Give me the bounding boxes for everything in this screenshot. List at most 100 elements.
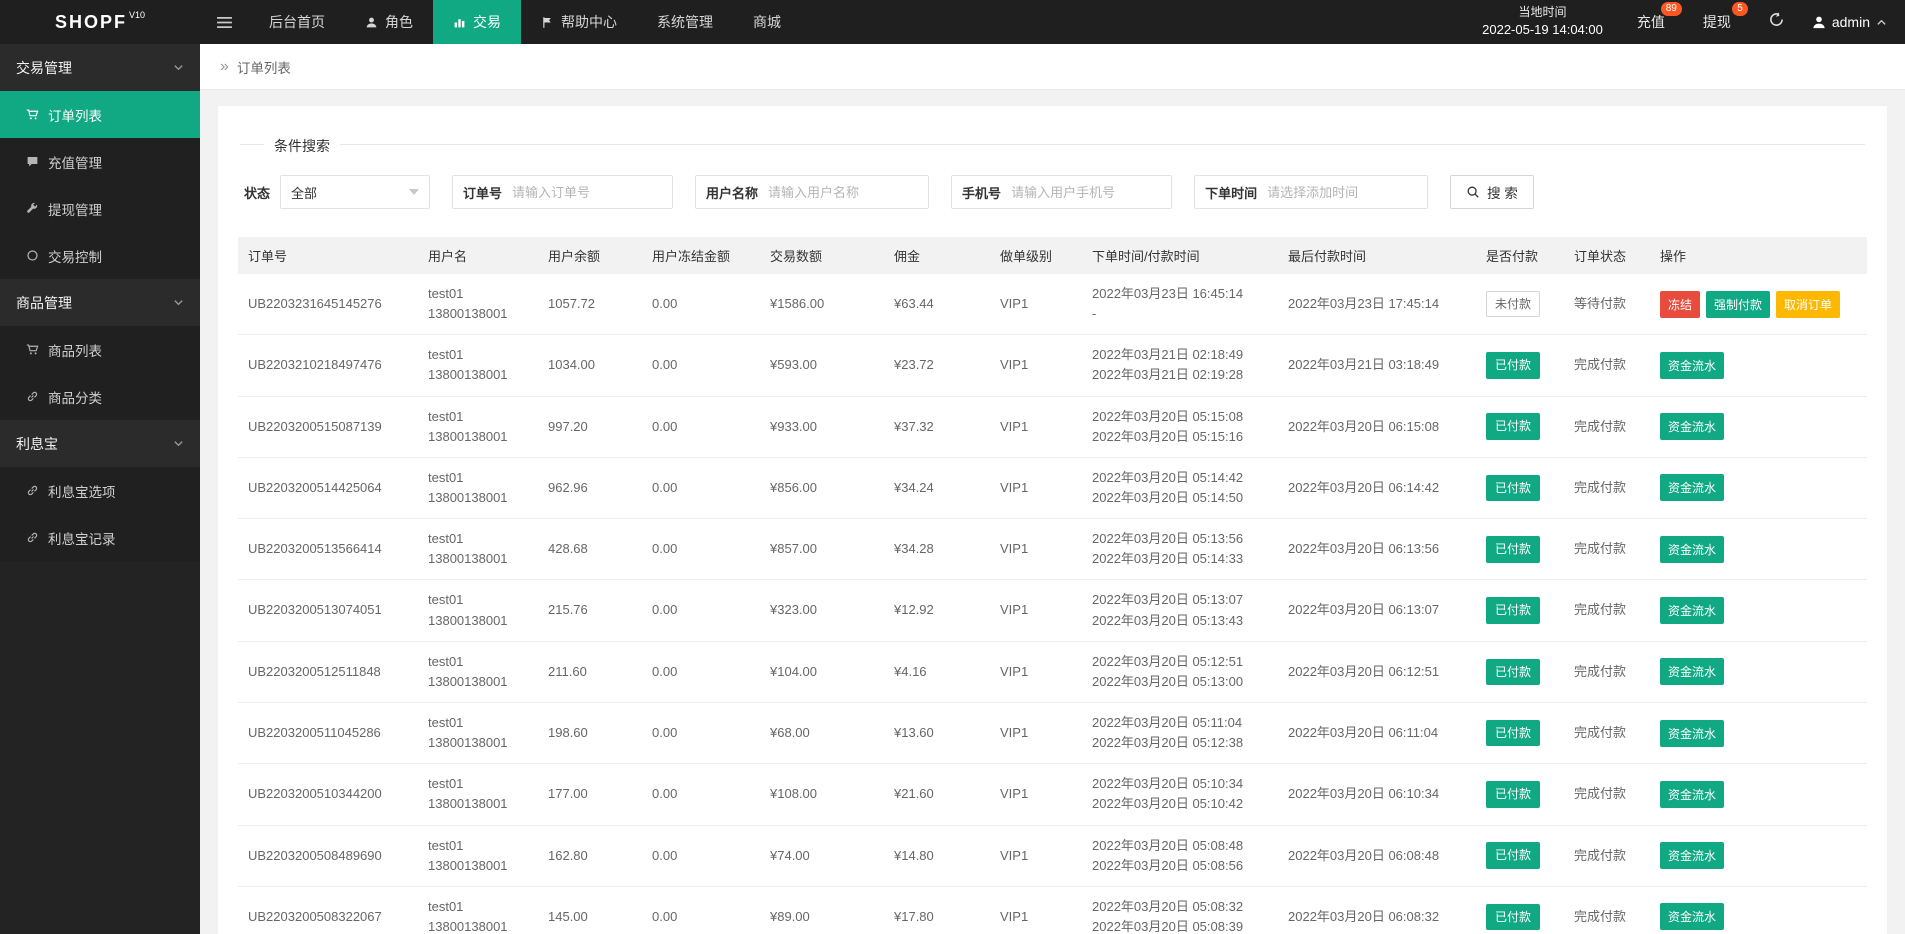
fund-flow-button[interactable]: 资金流水	[1660, 597, 1725, 625]
sidebar-group-product-management[interactable]: 商品管理	[0, 279, 200, 326]
user-cell: test01 13800138001	[418, 825, 538, 887]
phone-input[interactable]	[1011, 176, 1172, 208]
order-time-cell: 2022年03月20日 05:08:32 2022年03月20日 05:08:39	[1082, 886, 1278, 934]
local-time-block: 当地时间 2022-05-19 14:04:00	[1482, 4, 1603, 40]
user-cell: test01 13800138001	[418, 641, 538, 703]
fund-flow-button[interactable]: 资金流水	[1660, 535, 1725, 563]
sidebar-item-interest-records[interactable]: 利息宝记录	[0, 514, 200, 561]
sidebar-item-interest-options[interactable]: 利息宝选项	[0, 467, 200, 514]
last-pay-time-cell: 2022年03月23日 17:45:14	[1278, 274, 1476, 336]
status-filter: 状态 全部	[244, 175, 431, 209]
nav-dashboard[interactable]: 后台首页	[249, 0, 345, 44]
nav-mall[interactable]: 商城	[733, 0, 801, 44]
refresh-button[interactable]	[1769, 12, 1784, 32]
amount-cell: ¥1586.00	[760, 274, 884, 336]
amount-cell: ¥857.00	[760, 518, 884, 581]
order-row: UB2203200510344200 test01 13800138001 177.0…	[238, 763, 1867, 826]
order-no-cell: UB2203200508489690	[238, 825, 418, 887]
recharge-link[interactable]: 充值 89	[1637, 2, 1682, 32]
sidebar-item-trade-control[interactable]: 交易控制	[0, 232, 200, 279]
sidebar-toggle-button[interactable]	[200, 0, 249, 44]
status-select[interactable]: 全部	[280, 175, 431, 209]
search-legend: 条件搜索	[264, 136, 340, 156]
order-time-cell: 2022年03月20日 05:11:04 2022年03月20日 05:12:38	[1082, 702, 1278, 765]
order-status-cell: 完成付款	[1564, 579, 1650, 642]
fund-flow-button[interactable]: 资金流水	[1660, 413, 1725, 441]
sidebar-group-trade-management[interactable]: 交易管理	[0, 44, 200, 91]
frozen-cell: 0.00	[642, 886, 760, 934]
sidebar-item-product-list[interactable]: 商品列表	[0, 326, 200, 373]
fund-flow-button[interactable]: 资金流水	[1660, 842, 1725, 870]
column-header: 订单状态	[1564, 237, 1650, 274]
pay-status-badge: 已付款	[1486, 535, 1541, 563]
amount-cell: ¥933.00	[760, 396, 884, 458]
frozen-cell: 0.00	[642, 579, 760, 642]
fund-flow-button[interactable]: 资金流水	[1660, 474, 1725, 502]
order-time-cell: 2022年03月21日 02:18:49 2022年03月21日 02:19:28	[1082, 334, 1278, 397]
pay-status-badge: 已付款	[1486, 658, 1541, 686]
sidebar-item-withdraw-management[interactable]: 提现管理	[0, 185, 200, 232]
breadcrumb: » 订单列表	[200, 44, 1905, 90]
pay-status-badge: 已付款	[1486, 352, 1541, 379]
flag-icon	[541, 16, 554, 29]
balance-cell: 177.00	[538, 763, 642, 826]
level-cell: VIP1	[990, 274, 1082, 336]
fund-flow-button[interactable]: 资金流水	[1660, 903, 1725, 931]
sidebar-item-product-category[interactable]: 商品分类	[0, 373, 200, 420]
pay-status-badge: 已付款	[1486, 719, 1541, 747]
withdraw-link[interactable]: 提现 5	[1703, 2, 1748, 32]
column-header: 用户冻结金额	[642, 237, 760, 274]
search-icon	[1466, 185, 1480, 199]
column-header: 最后付款时间	[1278, 237, 1476, 274]
order-time-filter: 下单时间	[1194, 175, 1429, 209]
chevron-up-icon	[1876, 17, 1887, 28]
order-time-cell: 2022年03月20日 05:12:51 2022年03月20日 05:13:00	[1082, 641, 1278, 703]
order-time-input[interactable]	[1267, 176, 1428, 208]
topbar: SHOPF V10 后台首页 角色 交易 帮助中心 系统管理 商城 当地时间 2022-05…	[0, 0, 1905, 44]
admin-menu[interactable]: admin	[1812, 14, 1887, 30]
username-input[interactable]	[768, 176, 929, 208]
fund-flow-button[interactable]: 资金流水	[1660, 658, 1725, 686]
order-status-cell: 完成付款	[1564, 825, 1650, 887]
frozen-cell: 0.00	[642, 396, 760, 458]
link-icon	[26, 531, 39, 544]
column-header: 用户余额	[538, 237, 642, 274]
force-pay-button[interactable]: 强制付款	[1706, 290, 1771, 318]
nav-system[interactable]: 系统管理	[637, 0, 733, 44]
fund-flow-button[interactable]: 资金流水	[1660, 351, 1725, 379]
balance-cell: 211.60	[538, 641, 642, 703]
nav-help[interactable]: 帮助中心	[521, 0, 637, 44]
nav-trade[interactable]: 交易	[433, 0, 521, 44]
user-cell: test01 13800138001	[418, 579, 538, 642]
fund-flow-button[interactable]: 资金流水	[1660, 780, 1725, 808]
actions-cell: 资金流水	[1650, 763, 1867, 826]
hamburger-icon	[216, 16, 233, 29]
link-icon	[26, 484, 39, 497]
actions-cell: 资金流水	[1650, 457, 1867, 520]
sidebar-item-recharge-management[interactable]: 充值管理	[0, 138, 200, 185]
order-time-cell: 2022年03月20日 05:15:08 2022年03月20日 05:15:16	[1082, 396, 1278, 458]
chevron-down-icon	[173, 62, 184, 73]
last-pay-time-cell: 2022年03月20日 06:14:42	[1278, 457, 1476, 520]
sidebar-item-order-list[interactable]: 订单列表	[0, 91, 200, 138]
pay-status-badge: 已付款	[1486, 781, 1541, 808]
search-button[interactable]: 搜 索	[1450, 175, 1534, 209]
order-no-cell: UB2203200515087139	[238, 396, 418, 458]
sidebar-group-interest-treasure[interactable]: 利息宝	[0, 420, 200, 467]
level-cell: VIP1	[990, 641, 1082, 703]
order-no-input[interactable]	[512, 176, 673, 208]
order-no-label: 订单号	[463, 185, 503, 201]
order-row: UB2203200513566414 test01 13800138001 428.6…	[238, 518, 1867, 581]
actions-cell: 资金流水	[1650, 886, 1867, 934]
user-cell: test01 13800138001	[418, 763, 538, 826]
nav-roles[interactable]: 角色	[345, 0, 433, 44]
freeze-button[interactable]: 冻结	[1660, 290, 1701, 318]
last-pay-time-cell: 2022年03月20日 06:15:08	[1278, 396, 1476, 458]
frozen-cell: 0.00	[642, 641, 760, 703]
last-pay-time-cell: 2022年03月20日 06:08:48	[1278, 825, 1476, 887]
cancel-order-button[interactable]: 取消订单	[1776, 290, 1841, 318]
order-row: UB2203210218497476 test01 13800138001 1034.…	[238, 334, 1867, 397]
pay-status-cell: 已付款	[1476, 825, 1564, 887]
pay-status-cell: 已付款	[1476, 886, 1564, 934]
fund-flow-button[interactable]: 资金流水	[1660, 719, 1725, 747]
